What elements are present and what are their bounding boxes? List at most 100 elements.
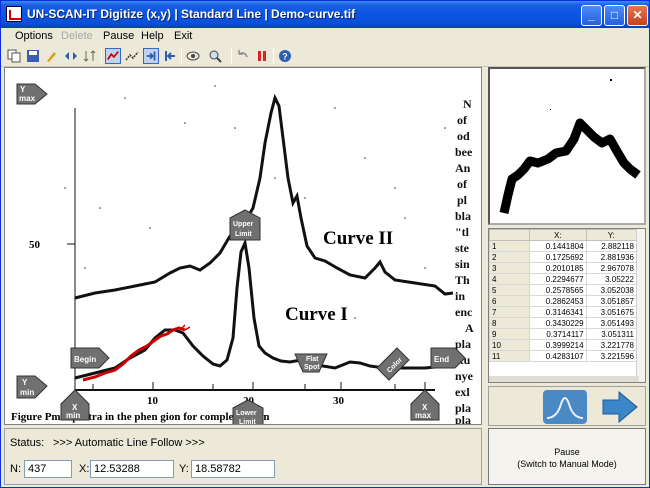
n-field[interactable]: 437 [24,460,72,478]
table-row[interactable]: 8 0.3430229 3.051493 [489,317,638,329]
curve-preview [488,67,646,225]
menu-pause[interactable]: Pause [103,30,134,42]
brush-icon[interactable] [44,48,60,64]
y-value-cell[interactable]: 2.967078 [585,262,638,274]
right-column-line: pla [455,413,471,425]
table-row[interactable]: 3 0.2010185 2.967078 [489,262,638,274]
table-row[interactable]: 1 0.1441804 2.882118 [489,240,638,252]
menu-help[interactable]: Help [141,30,164,42]
begin-marker[interactable]: Begin [70,347,110,369]
y-field[interactable]: 18.58782 [191,460,275,478]
svg-text:max: max [415,411,432,420]
table-header[interactable]: Y: [585,229,638,241]
y-value-cell[interactable]: 3.221596 [585,350,638,362]
point-right-icon[interactable] [143,48,159,64]
manual-line-icon[interactable] [124,48,140,64]
sort-icon[interactable] [82,48,98,64]
svg-text:Limit: Limit [235,231,252,238]
x-value-cell[interactable]: 0.3999214 [529,339,587,351]
swap-icon[interactable] [63,48,79,64]
y-max-marker[interactable]: Y max [16,83,48,105]
zoom-icon[interactable] [207,48,223,64]
color-marker[interactable]: Color [376,347,410,381]
table-row[interactable]: 10 0.3999214 3.221778 [489,339,638,351]
x-value-cell[interactable]: 0.4283107 [529,350,587,362]
help-icon[interactable]: ? [277,48,293,64]
table-row[interactable]: 9 0.3714117 3.051311 [489,328,638,340]
menu-delete[interactable]: Delete [61,30,93,42]
right-column-line: pla [455,337,471,351]
view-icon[interactable] [185,48,201,64]
svg-text:min: min [66,411,80,420]
y-value-cell[interactable]: 3.05222 [585,273,638,285]
table-row[interactable]: 7 0.3146341 3.051675 [489,306,638,318]
pause-button[interactable]: Pause (Switch to Manual Mode) [488,428,646,485]
y-value-cell[interactable]: 3.052038 [585,284,638,296]
right-column-line: "tl [455,225,470,239]
x-value-cell[interactable]: 0.2010185 [529,262,587,274]
table-row[interactable]: 2 0.1725692 2.881936 [489,251,638,263]
x-max-marker[interactable]: X max [410,389,440,421]
n-label: N: [10,463,21,475]
maximize-button[interactable]: □ [604,5,625,26]
lower-limit-marker[interactable]: Lower Limit [232,399,264,425]
row-number: 3 [489,262,530,274]
right-column-line: An [455,161,471,175]
flat-spot-marker[interactable]: Flat Spot [294,353,328,373]
point-left-icon[interactable] [162,48,178,64]
title-bar[interactable]: UN-SCAN-IT Digitize (x,y) | Standard Lin… [1,1,649,28]
copy-icon[interactable] [6,48,22,64]
svg-text:Flat: Flat [306,356,319,363]
pause-icon[interactable] [254,48,270,64]
svg-text:?: ? [282,52,288,62]
x-field[interactable]: 12.53288 [90,460,174,478]
svg-text:max: max [19,94,36,103]
row-number: 1 [489,240,530,252]
row-number: 6 [489,295,530,307]
undo-icon[interactable] [235,48,251,64]
y-value-cell[interactable]: 3.051857 [585,295,638,307]
data-table-panel[interactable]: X: Y: 1 0.1441804 2.882118 2 0.1725692 2.8819… [488,228,646,383]
table-row[interactable]: 11 0.4283107 3.221596 [489,350,638,362]
upper-limit-marker[interactable]: Upper Limit [229,209,261,241]
gaussian-peak-icon[interactable] [543,390,587,424]
close-button[interactable]: ✕ [627,5,648,26]
table-header[interactable]: X: [529,229,587,241]
svg-text:Upper: Upper [233,221,254,228]
y-min-marker[interactable]: Y min [16,375,48,399]
right-column-line: bla [455,209,471,223]
y-value-cell[interactable]: 3.051675 [585,306,638,318]
x-value-cell[interactable]: 0.3714117 [529,328,587,340]
y-value-cell[interactable]: 2.881936 [585,251,638,263]
menu-options[interactable]: Options [15,30,53,42]
app-icon [6,6,22,22]
image-canvas[interactable]: 50 10 20 30 Curve II Curve I Figure Pmr … [4,67,482,425]
auto-line-icon[interactable] [105,48,121,64]
x-value-cell[interactable]: 0.1441804 [529,240,587,252]
arrow-right-icon[interactable] [599,390,639,424]
y-value-cell[interactable]: 3.051311 [585,328,638,340]
curve-ii-label: Curve II [323,228,393,249]
x-value-cell[interactable]: 0.1725692 [529,251,587,263]
y-value-cell[interactable]: 3.221778 [585,339,638,351]
y-value-cell[interactable]: 2.882118 [585,240,638,252]
table-vertical-scrollbar[interactable] [636,229,645,382]
x-min-marker[interactable]: X min [60,389,90,421]
data-table: X: Y: 1 0.1441804 2.882118 2 0.1725692 2.8819… [489,229,638,362]
save-icon[interactable] [25,48,41,64]
table-row[interactable]: 4 0.2294677 3.05222 [489,273,638,285]
x-value-cell[interactable]: 0.2294677 [529,273,587,285]
x-value-cell[interactable]: 0.3430229 [529,317,587,329]
minimize-button[interactable]: _ [581,5,602,26]
table-horizontal-scrollbar[interactable] [489,376,639,382]
x-value-cell[interactable]: 0.2578565 [529,284,587,296]
table-row[interactable]: 5 0.2578565 3.052038 [489,284,638,296]
right-column-line: ste [455,241,470,255]
x-value-cell[interactable]: 0.2862453 [529,295,587,307]
menu-exit[interactable]: Exit [174,30,192,42]
table-row[interactable]: 6 0.2862453 3.051857 [489,295,638,307]
y-value-cell[interactable]: 3.051493 [585,317,638,329]
table-header [489,229,530,241]
x-value-cell[interactable]: 0.3146341 [529,306,587,318]
right-column-line: Th [455,273,470,287]
